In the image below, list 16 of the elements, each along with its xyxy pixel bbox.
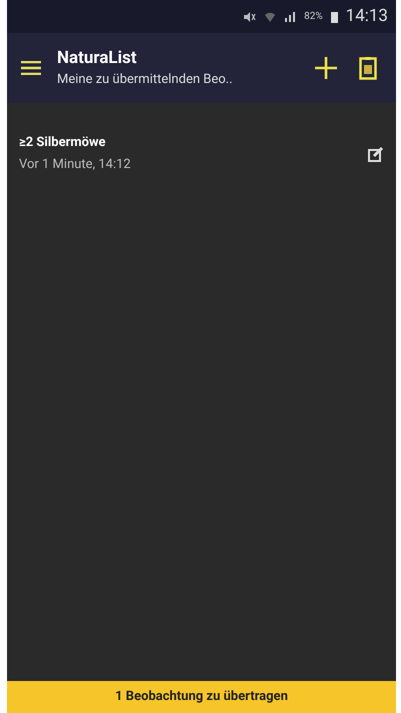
- mute-icon: [242, 10, 256, 22]
- observation-time: Vor 1 Minute, 14:12: [19, 156, 132, 174]
- edit-icon[interactable]: [368, 146, 384, 162]
- app-title: NaturaList: [57, 48, 138, 70]
- app-subtitle: Meine zu übermittelnden Beo..: [57, 72, 234, 88]
- wifi-icon: [264, 10, 276, 22]
- battery-icon: [330, 10, 338, 22]
- add-button[interactable]: [312, 54, 340, 82]
- observation-title: ≥2 Silbermöwe: [19, 134, 107, 152]
- add-icon: [315, 57, 337, 79]
- battery-percentage: 82%: [304, 10, 323, 24]
- clock-time: 14:13: [346, 4, 388, 28]
- clipboard-icon: [359, 56, 377, 80]
- transfer-bar[interactable]: 1 Beobachtung zu übertragen: [7, 681, 396, 713]
- menu-icon: [21, 61, 41, 75]
- signal-icon: [284, 10, 296, 22]
